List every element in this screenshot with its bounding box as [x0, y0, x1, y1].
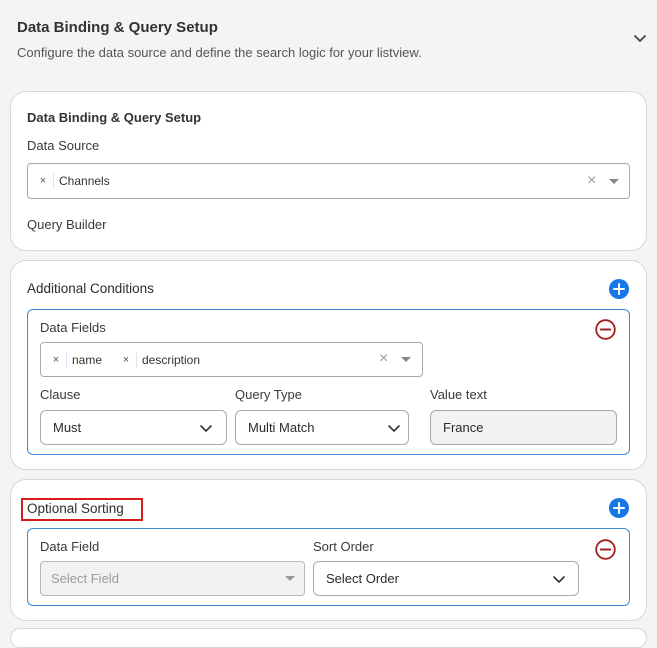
condition-row: Data Fields × name × description × Claus…: [27, 309, 630, 455]
tag-divider: [136, 351, 137, 368]
additional-conditions-card: Additional Conditions Data Fields × name…: [10, 260, 647, 470]
data-field-label: Data Field: [40, 539, 100, 554]
close-icon[interactable]: ×: [51, 354, 61, 366]
close-icon[interactable]: ×: [38, 175, 48, 187]
clear-icon[interactable]: ×: [379, 351, 388, 367]
minus-circle-icon[interactable]: [595, 319, 616, 340]
tag-label: name: [72, 352, 103, 367]
tag-label: Channels: [59, 174, 110, 188]
plus-circle-icon[interactable]: [609, 279, 629, 299]
query-type-label: Query Type: [235, 387, 302, 402]
section-title: Data Binding & Query Setup: [17, 19, 218, 36]
optional-sorting-card: Optional Sorting Data Field Sort Order S…: [10, 479, 647, 621]
select-placeholder: Select Field: [51, 571, 119, 586]
tag-divider: [53, 173, 54, 189]
tag-label: description: [142, 352, 201, 367]
minus-circle-icon[interactable]: [595, 539, 616, 560]
tag-channels: × Channels: [38, 164, 110, 198]
close-icon[interactable]: ×: [121, 354, 131, 366]
data-fields-select[interactable]: × name × description ×: [40, 342, 423, 377]
clear-icon[interactable]: ×: [587, 173, 596, 189]
clause-select[interactable]: Must: [40, 410, 227, 445]
select-value: Select Order: [326, 571, 399, 586]
caret-down-icon[interactable]: [609, 179, 619, 184]
section-header[interactable]: Data Binding & Query Setup Configure the…: [0, 0, 657, 82]
query-builder-label: Query Builder: [27, 217, 107, 232]
tag-divider: [66, 351, 67, 368]
select-value: Multi Match: [248, 420, 315, 435]
data-source-label: Data Source: [27, 138, 100, 153]
sort-order-label: Sort Order: [313, 539, 374, 554]
value-text-label: Value text: [430, 387, 487, 402]
plus-circle-icon[interactable]: [609, 498, 629, 518]
sort-order-select[interactable]: Select Order: [313, 561, 579, 596]
tag-name: × name: [51, 343, 102, 376]
clause-label: Clause: [40, 387, 81, 402]
chevron-up-icon[interactable]: [632, 30, 648, 46]
data-binding-card: Data Binding & Query Setup Data Source ×…: [10, 91, 647, 251]
tag-description: × description: [121, 343, 200, 376]
data-source-select[interactable]: × Channels ×: [27, 163, 630, 199]
section-subtitle: Configure the data source and define the…: [17, 45, 422, 60]
chevron-down-icon: [388, 425, 400, 432]
data-fields-label: Data Fields: [40, 320, 106, 335]
caret-down-icon: [285, 576, 295, 581]
chevron-down-icon: [200, 425, 212, 432]
query-type-select[interactable]: Multi Match: [235, 410, 409, 445]
data-field-select[interactable]: Select Field: [40, 561, 305, 596]
card-title: Additional Conditions: [27, 281, 154, 296]
card-title: Data Binding & Query Setup: [27, 110, 202, 125]
caret-down-icon[interactable]: [401, 357, 411, 362]
next-card: [10, 628, 647, 648]
input-value: France: [443, 420, 484, 435]
chevron-down-icon: [553, 576, 565, 583]
card-title: Optional Sorting: [27, 501, 124, 516]
sorting-row: Data Field Sort Order Select Field Selec…: [27, 528, 630, 606]
value-text-input[interactable]: France: [430, 410, 617, 445]
select-value: Must: [53, 420, 82, 435]
